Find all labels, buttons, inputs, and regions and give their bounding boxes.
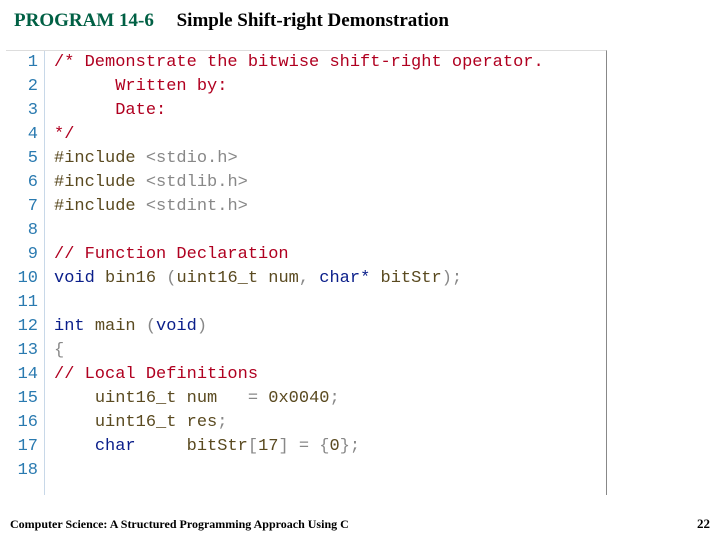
code-text: #include <stdint.h> — [54, 195, 248, 218]
code-listing: 1 /* Demonstrate the bitwise shift-right … — [6, 50, 607, 495]
code-line: 3 Date: — [6, 99, 606, 122]
code-line: 9 // Function Declaration — [6, 243, 606, 266]
line-number: 1 — [6, 51, 38, 74]
code-line: 12 int main (void) — [6, 315, 606, 338]
code-text: Written by: — [54, 75, 227, 98]
line-number: 13 — [6, 339, 38, 362]
code-line: 6 #include <stdlib.h> — [6, 171, 606, 194]
code-line: 7 #include <stdint.h> — [6, 195, 606, 218]
code-text: Date: — [54, 99, 166, 122]
code-text: /* Demonstrate the bitwise shift-right o… — [54, 51, 544, 74]
code-text: uint16_t num = 0x0040; — [54, 387, 340, 410]
line-number: 15 — [6, 387, 38, 410]
code-text: // Function Declaration — [54, 243, 289, 266]
line-number: 6 — [6, 171, 38, 194]
line-number: 17 — [6, 435, 38, 458]
line-number: 12 — [6, 315, 38, 338]
line-number: 7 — [6, 195, 38, 218]
line-number: 3 — [6, 99, 38, 122]
line-number: 2 — [6, 75, 38, 98]
code-text: char bitStr[17] = {0}; — [54, 435, 360, 458]
line-number: 4 — [6, 123, 38, 146]
code-line: 17 char bitStr[17] = {0}; — [6, 435, 606, 458]
code-line: 16 uint16_t res; — [6, 411, 606, 434]
page-number: 22 — [697, 516, 710, 532]
line-number: 11 — [6, 291, 38, 314]
code-line: 2 Written by: — [6, 75, 606, 98]
code-line: 5 #include <stdio.h> — [6, 147, 606, 170]
code-text: int main (void) — [54, 315, 207, 338]
footer-text: Computer Science: A Structured Programmi… — [10, 517, 710, 532]
code-line: 10 void bin16 (uint16_t num, char* bitStr… — [6, 267, 606, 290]
code-line: 15 uint16_t num = 0x0040; — [6, 387, 606, 410]
line-number: 16 — [6, 411, 38, 434]
header: PROGRAM 14-6 Simple Shift-right Demonstr… — [0, 0, 720, 36]
code-line: 11 — [6, 291, 606, 314]
line-number: 14 — [6, 363, 38, 386]
line-number: 9 — [6, 243, 38, 266]
code-line: 1 /* Demonstrate the bitwise shift-right … — [6, 51, 606, 74]
line-number: 8 — [6, 219, 38, 242]
code-text: #include <stdlib.h> — [54, 171, 248, 194]
code-text: void bin16 (uint16_t num, char* bitStr); — [54, 267, 462, 290]
line-number: 5 — [6, 147, 38, 170]
line-number: 18 — [6, 459, 38, 482]
code-text: */ — [54, 123, 74, 146]
code-line: 18 — [6, 459, 606, 482]
title: Simple Shift-right Demonstration — [177, 10, 449, 31]
program-label: PROGRAM 14-6 — [14, 10, 154, 31]
code-text: // Local Definitions — [54, 363, 258, 386]
code-text: uint16_t res; — [54, 411, 227, 434]
code-text: #include <stdio.h> — [54, 147, 238, 170]
code-line: 8 — [6, 219, 606, 242]
code-line: 4 */ — [6, 123, 606, 146]
code-line: 14 // Local Definitions — [6, 363, 606, 386]
line-number: 10 — [6, 267, 38, 290]
code-line: 13 { — [6, 339, 606, 362]
code-text: { — [54, 339, 64, 362]
